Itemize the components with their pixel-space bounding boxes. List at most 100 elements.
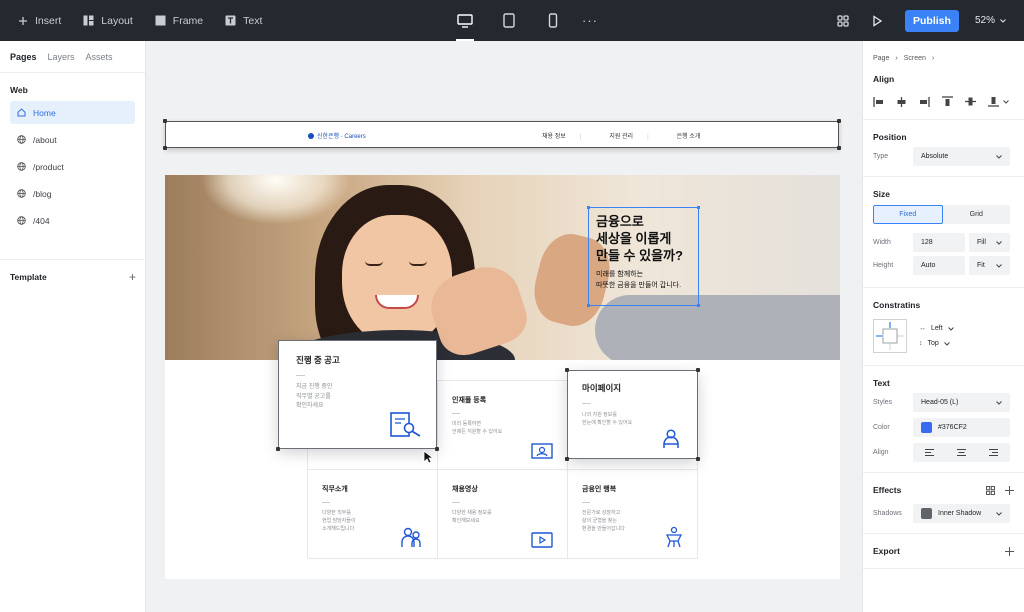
- layout-button[interactable]: Layout: [83, 15, 133, 27]
- selection-handle[interactable]: [587, 304, 590, 307]
- text-color-value: #376CF2: [938, 424, 967, 431]
- components-icon[interactable]: [837, 14, 849, 27]
- breadcrumb-screen[interactable]: Screen: [904, 55, 926, 62]
- constraint-horizontal-select[interactable]: ↔ Left: [919, 325, 954, 332]
- type-label: Type: [873, 153, 889, 160]
- page-item-404[interactable]: /404: [10, 209, 135, 232]
- text-style-select[interactable]: Head-05 (L): [913, 393, 1010, 412]
- resize-handle[interactable]: [435, 447, 439, 451]
- frame-button[interactable]: Frame: [155, 15, 203, 27]
- resize-handle[interactable]: [163, 119, 167, 123]
- document-search-icon: [390, 412, 421, 437]
- tab-layers[interactable]: Layers: [48, 52, 75, 72]
- page-item-about[interactable]: /about: [10, 128, 135, 151]
- menu-card-happiness[interactable]: 금융인 행복 전문가로 성장하고 삶의 균형을 찾는 환경을 만들어갑니다: [568, 470, 698, 559]
- constraint-top-value: Top: [927, 340, 939, 347]
- publish-button[interactable]: Publish: [904, 9, 959, 32]
- align-top-icon[interactable]: [942, 96, 953, 107]
- nav-link[interactable]: 은행 소개: [677, 131, 701, 140]
- resize-handle[interactable]: [696, 368, 700, 372]
- text-align-left-icon: [924, 449, 934, 456]
- more-options-button[interactable]: ···: [582, 13, 598, 28]
- page-item-label: /product: [33, 161, 64, 172]
- width-mode-value: Fill: [977, 239, 986, 246]
- align-right-icon[interactable]: [919, 96, 930, 107]
- height-mode-select[interactable]: Fit: [969, 256, 1010, 275]
- height-input[interactable]: Auto: [913, 256, 965, 275]
- hero-text-block-selected[interactable]: 금융으로 세상을 이롭게 만들 수 있을까? 미래를 함께하는 따뜻한 금융을 …: [587, 206, 700, 307]
- tablet-view-button[interactable]: [496, 0, 522, 41]
- export-section: Export: [863, 534, 1024, 569]
- align-center-horizontal-icon[interactable]: [896, 96, 907, 107]
- template-title: Template: [10, 272, 47, 282]
- hero-subtext[interactable]: 미래를 함께하는 따뜻한 금융을 만들어 갑니다.: [589, 264, 698, 291]
- size-fixed-button[interactable]: Fixed: [873, 205, 943, 224]
- constraints-box-icon[interactable]: [873, 319, 907, 353]
- align-middle-icon[interactable]: [965, 96, 976, 107]
- text-align-right-button[interactable]: [978, 443, 1010, 462]
- effects-section: Effects Shadows Inner Shadow: [863, 473, 1024, 534]
- resize-handle[interactable]: [837, 119, 841, 123]
- properties-panel: Page › Screen › Align Position Type Abso…: [862, 41, 1024, 612]
- page-item-home[interactable]: Home: [10, 101, 135, 124]
- text-align-right-icon: [989, 449, 999, 456]
- align-section: Align: [863, 62, 1024, 120]
- menu-card-talent-pool[interactable]: 인재풀 등록 미리 등록하면 언제든 지원할 수 있어요: [438, 381, 568, 470]
- play-icon[interactable]: [871, 14, 883, 27]
- effects-style-icon[interactable]: [986, 485, 995, 495]
- site-logo[interactable]: 신한은행 · Careers: [308, 131, 366, 140]
- menu-card-job-intro[interactable]: 직무소개 다양한 직무를 현업 담당자들이 소개해드립니다: [308, 470, 438, 559]
- position-section: Position Type Absolute: [863, 120, 1024, 177]
- nav-link[interactable]: 지원 관리: [609, 131, 648, 140]
- breadcrumb-page[interactable]: Page: [873, 55, 889, 62]
- menu-card-open-jobs[interactable]: 진행 중 공고 지금 진행 중인 직무별 공고를 확인하세요: [276, 340, 439, 464]
- selection-handle[interactable]: [697, 304, 700, 307]
- page-item-blog[interactable]: /blog: [10, 182, 135, 205]
- insert-button[interactable]: Insert: [18, 15, 61, 27]
- horizontal-arrows-icon: ↔: [919, 325, 926, 332]
- resize-handle[interactable]: [565, 368, 569, 372]
- text-tool-button[interactable]: Text: [225, 15, 262, 27]
- constraint-vertical-select[interactable]: ↕ Top: [919, 340, 954, 347]
- card-desc: 지금 진행 중인 직무별 공고를 확인하세요: [296, 384, 333, 409]
- text-align-center-button[interactable]: [945, 443, 977, 462]
- selection-handle[interactable]: [697, 206, 700, 209]
- site-page-frame[interactable]: 금융으로 세상을 이롭게 만들 수 있을까? 미래를 함께하는 따뜻한 금융을 …: [165, 175, 840, 579]
- add-template-button[interactable]: +: [129, 270, 136, 284]
- tab-pages[interactable]: Pages: [10, 52, 37, 72]
- add-export-icon[interactable]: [1005, 546, 1014, 556]
- desktop-view-button[interactable]: [452, 0, 478, 41]
- menu-card-mypage[interactable]: 마이페이지 나의 지원 정보를 한눈에 확인할 수 있어요: [565, 368, 700, 461]
- resize-handle[interactable]: [163, 146, 167, 150]
- design-canvas[interactable]: 신한은행 · Careers 채용 정보 지원 관리 은행 소개 금융으로 세상…: [146, 41, 862, 612]
- text-color-field[interactable]: #376CF2: [913, 418, 1010, 437]
- shadow-type-select[interactable]: Inner Shadow: [913, 504, 1010, 523]
- text-align-left-button[interactable]: [913, 443, 945, 462]
- add-effect-icon[interactable]: [1005, 485, 1014, 495]
- resize-handle[interactable]: [696, 457, 700, 461]
- position-type-select[interactable]: Absolute: [913, 147, 1010, 166]
- tab-assets[interactable]: Assets: [86, 52, 113, 72]
- chevron-down-icon[interactable]: [1003, 99, 1009, 104]
- site-navbar-frame[interactable]: 신한은행 · Careers 채용 정보 지원 관리 은행 소개: [163, 119, 841, 150]
- menu-card-video[interactable]: 채용영상 다양한 채용 정보를 확인해보세요: [438, 470, 568, 559]
- chevron-down-icon: [996, 240, 1002, 245]
- web-section-title: Web: [10, 85, 28, 95]
- size-grid-button[interactable]: Grid: [943, 205, 1011, 224]
- hero-heading[interactable]: 금융으로 세상을 이롭게 만들 수 있을까?: [589, 208, 698, 264]
- resize-handle[interactable]: [837, 146, 841, 150]
- zoom-dropdown[interactable]: 52%: [975, 15, 1006, 26]
- height-value: Auto: [921, 262, 936, 269]
- align-left-icon[interactable]: [873, 96, 884, 107]
- width-input[interactable]: 128: [913, 233, 965, 252]
- align-bottom-icon[interactable]: [988, 96, 999, 107]
- selection-handle[interactable]: [587, 206, 590, 209]
- text-align-center-icon: [956, 449, 966, 456]
- nav-link[interactable]: 채용 정보: [542, 131, 581, 140]
- resize-handle[interactable]: [565, 457, 569, 461]
- page-item-product[interactable]: /product: [10, 155, 135, 178]
- layout-label: Layout: [101, 14, 133, 27]
- width-mode-select[interactable]: Fill: [969, 233, 1010, 252]
- resize-handle[interactable]: [276, 447, 280, 451]
- mobile-view-button[interactable]: [540, 0, 566, 41]
